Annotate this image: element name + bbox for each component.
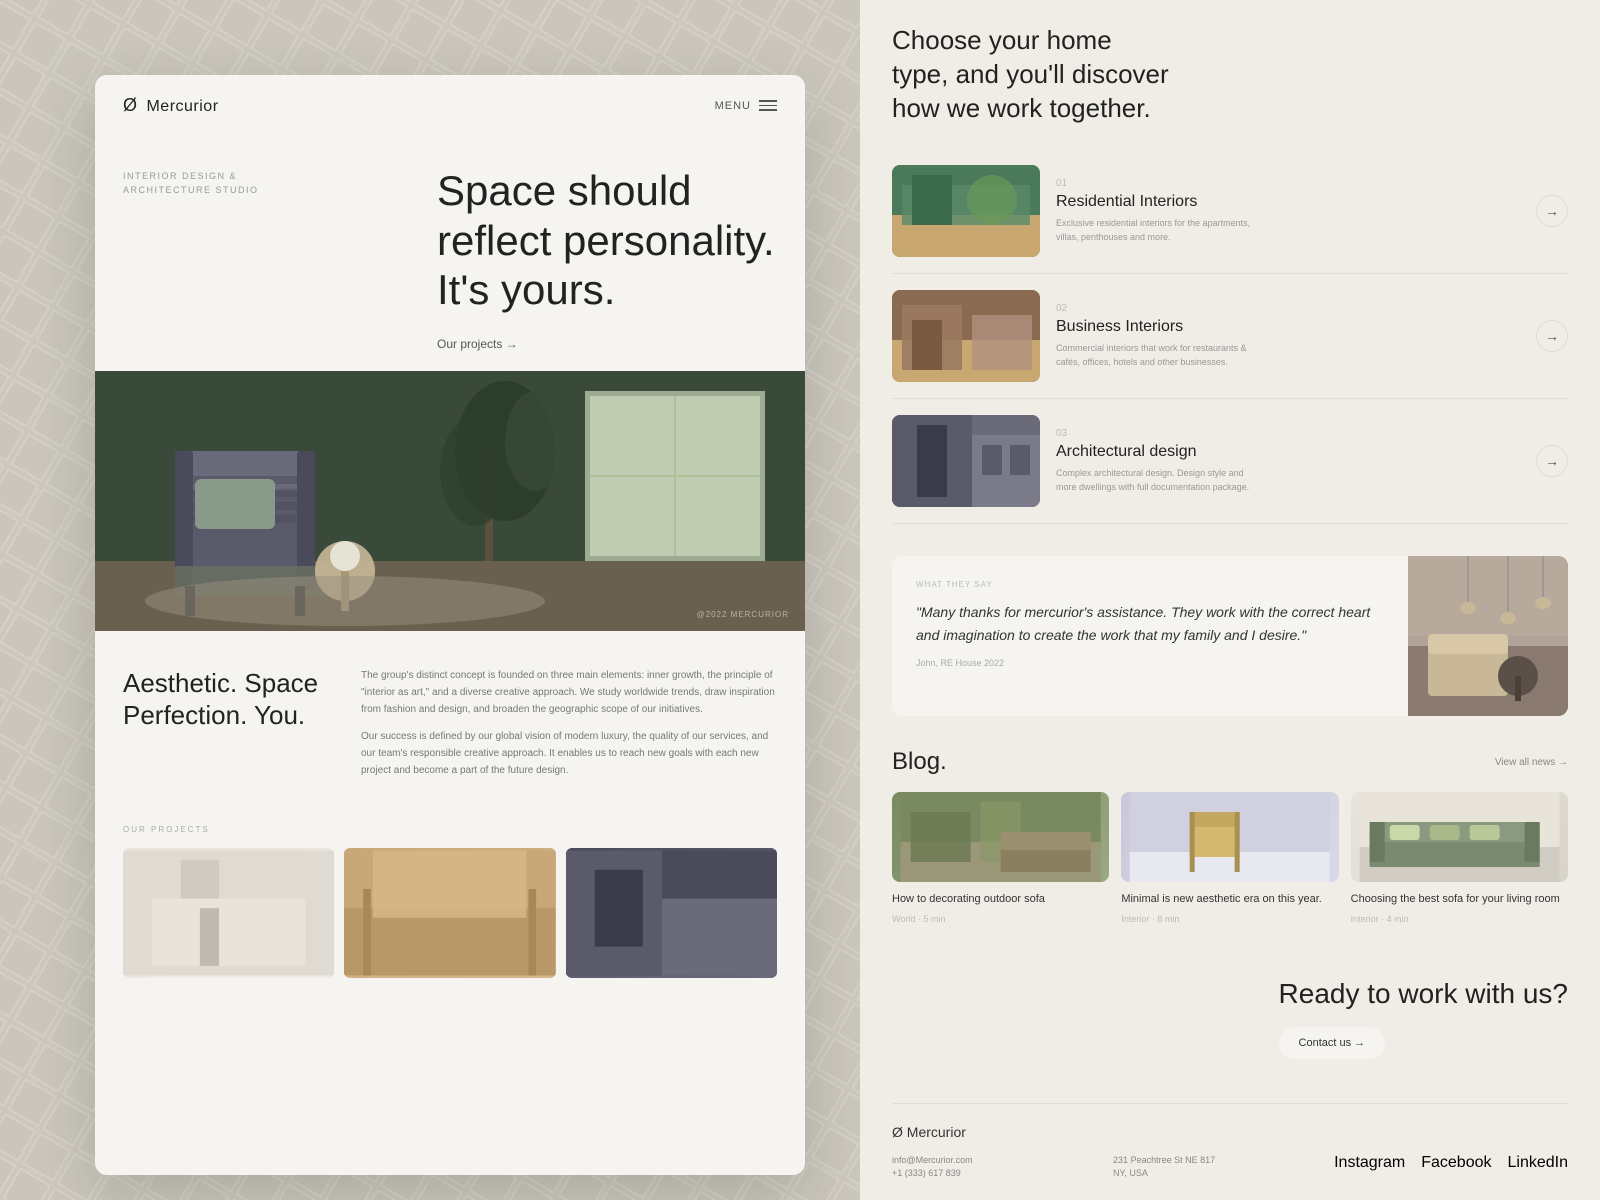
service-arrow-3[interactable]: → (1536, 445, 1568, 477)
footer-address-line1: 231 Peachtree St NE 817 (1113, 1154, 1318, 1168)
service-info-2: 02 Business Interiors Commercial interio… (1056, 303, 1520, 369)
blog-img-1 (892, 792, 1109, 882)
footer-social: Instagram Facebook LinkedIn (1334, 1154, 1568, 1181)
about-section: Aesthetic. Space Perfection. You. The gr… (95, 631, 805, 809)
footer-address: 231 Peachtree St NE 817 NY, USA (1113, 1154, 1318, 1181)
service-arrow-2[interactable]: → (1536, 320, 1568, 352)
testimonial-label: WHAT THEY SAY (916, 580, 1384, 589)
blog-card-title-2: Minimal is new aesthetic era on this yea… (1121, 892, 1338, 907)
blog-header: Blog. View all news → (892, 748, 1568, 776)
blog-card-3[interactable]: Choosing the best sofa for your living r… (1351, 792, 1568, 923)
menu-button[interactable]: MENU (715, 100, 777, 112)
footer-facebook[interactable]: Facebook (1421, 1154, 1491, 1172)
service-item-1[interactable]: 01 Residential Interiors Exclusive resid… (892, 149, 1568, 274)
service-list: 01 Residential Interiors Exclusive resid… (892, 149, 1568, 524)
contact-button-label: Contact us → (1299, 1037, 1366, 1049)
projects-section: OUR PROJECTS (95, 809, 805, 978)
cta-title: Ready to work with us? (1279, 976, 1568, 1011)
project-thumb-2[interactable] (344, 848, 555, 978)
logo-text: Mercurior (146, 98, 218, 115)
hero-subtitle: INTERIOR DESIGN & ARCHITECTURE STUDIO (123, 170, 259, 197)
service-arrow-1[interactable]: → (1536, 195, 1568, 227)
about-title: Aesthetic. Space Perfection. You. (123, 667, 333, 732)
service-title-2: Business Interiors (1056, 318, 1520, 336)
service-desc-3: Complex architectural design. Design sty… (1056, 467, 1256, 494)
footer-grid: info@Mercurior.com +1 (333) 617 839 231 … (892, 1154, 1568, 1181)
cta-section: Ready to work with us? Contact us → (892, 952, 1568, 1083)
testimonial-image (1408, 556, 1568, 716)
testimonial-section: WHAT THEY SAY "Many thanks for mercurior… (892, 556, 1568, 716)
service-item-2[interactable]: 02 Business Interiors Commercial interio… (892, 274, 1568, 399)
hamburger-icon (759, 100, 777, 111)
footer-email: info@Mercurior.com (892, 1154, 1097, 1168)
logo: Ø Mercurior (123, 95, 219, 116)
testimonial-quote: "Many thanks for mercurior's assistance.… (916, 601, 1384, 646)
website-card: Ø Mercurior MENU INTERIOR DESIGN & ARCHI… (95, 75, 805, 1175)
blog-card-meta-1: World · 5 min (892, 914, 1109, 924)
navbar: Ø Mercurior MENU (95, 75, 805, 136)
service-thumb-architectural (892, 415, 1040, 507)
service-thumb-business (892, 290, 1040, 382)
service-info-1: 01 Residential Interiors Exclusive resid… (1056, 178, 1520, 244)
about-text: The group's distinct concept is founded … (361, 667, 777, 789)
service-info-3: 03 Architectural design Complex architec… (1056, 428, 1520, 494)
service-title-1: Residential Interiors (1056, 193, 1520, 211)
service-thumb-residential (892, 165, 1040, 257)
footer-logo-name: Mercurior (907, 1124, 966, 1140)
footer-contact: info@Mercurior.com +1 (333) 617 839 (892, 1154, 1097, 1181)
footer-linkedin[interactable]: LinkedIn (1508, 1154, 1569, 1172)
blog-card-2[interactable]: Minimal is new aesthetic era on this yea… (1121, 792, 1338, 923)
blog-card-title-3: Choosing the best sofa for your living r… (1351, 892, 1568, 907)
service-desc-2: Commercial interiors that work for resta… (1056, 342, 1256, 369)
view-all-link[interactable]: View all news → (1495, 757, 1568, 768)
contact-button[interactable]: Contact us → (1279, 1027, 1386, 1059)
footer-address-line2: NY, USA (1113, 1167, 1318, 1181)
testimonial-text-block: WHAT THEY SAY "Many thanks for mercurior… (892, 556, 1408, 716)
copyright-text: @2022 MERCURIOR (697, 610, 789, 619)
project-thumb-1[interactable] (123, 848, 334, 978)
footer-instagram[interactable]: Instagram (1334, 1154, 1405, 1172)
service-desc-1: Exclusive residential interiors for the … (1056, 217, 1256, 244)
footer-logo: Ø Mercurior (892, 1124, 1568, 1140)
service-num-1: 01 (1056, 178, 1520, 189)
blog-img-2 (1121, 792, 1338, 882)
footer: Ø Mercurior info@Mercurior.com +1 (333) … (892, 1103, 1568, 1181)
blog-card-meta-3: Interior · 4 min (1351, 914, 1568, 924)
blog-card-title-1: How to decorating outdoor sofa (892, 892, 1109, 907)
right-panel: Choose your home type, and you'll discov… (860, 0, 1600, 1200)
hero-title: Space should reflect personality. It's y… (437, 166, 777, 315)
blog-section: Blog. View all news → How to decorat (892, 748, 1568, 923)
projects-grid (123, 848, 777, 978)
choose-section: Choose your home type, and you'll discov… (892, 24, 1568, 524)
service-num-2: 02 (1056, 303, 1520, 314)
hero-image: @2022 MERCURIOR (95, 371, 805, 631)
footer-social-links: Instagram Facebook LinkedIn (1334, 1154, 1568, 1172)
blog-card-1[interactable]: How to decorating outdoor sofa World · 5… (892, 792, 1109, 923)
logo-symbol: Ø (123, 95, 138, 115)
projects-label: OUR PROJECTS (123, 825, 777, 834)
footer-logo-symbol: Ø (892, 1124, 903, 1140)
blog-card-meta-2: Interior · 8 min (1121, 914, 1338, 924)
menu-label: MENU (715, 100, 751, 112)
service-num-3: 03 (1056, 428, 1520, 439)
blog-title: Blog. (892, 748, 947, 776)
service-title-3: Architectural design (1056, 443, 1520, 461)
service-item-3[interactable]: 03 Architectural design Complex architec… (892, 399, 1568, 524)
blog-img-3 (1351, 792, 1568, 882)
choose-title: Choose your home type, and you'll discov… (892, 24, 1172, 125)
blog-grid: How to decorating outdoor sofa World · 5… (892, 792, 1568, 923)
hero-projects-link[interactable]: Our projects → (437, 337, 777, 351)
hero-section: INTERIOR DESIGN & ARCHITECTURE STUDIO Sp… (95, 136, 805, 371)
project-thumb-3[interactable] (566, 848, 777, 978)
footer-phone: +1 (333) 617 839 (892, 1167, 1097, 1181)
testimonial-author: John, RE House 2022 (916, 658, 1384, 668)
